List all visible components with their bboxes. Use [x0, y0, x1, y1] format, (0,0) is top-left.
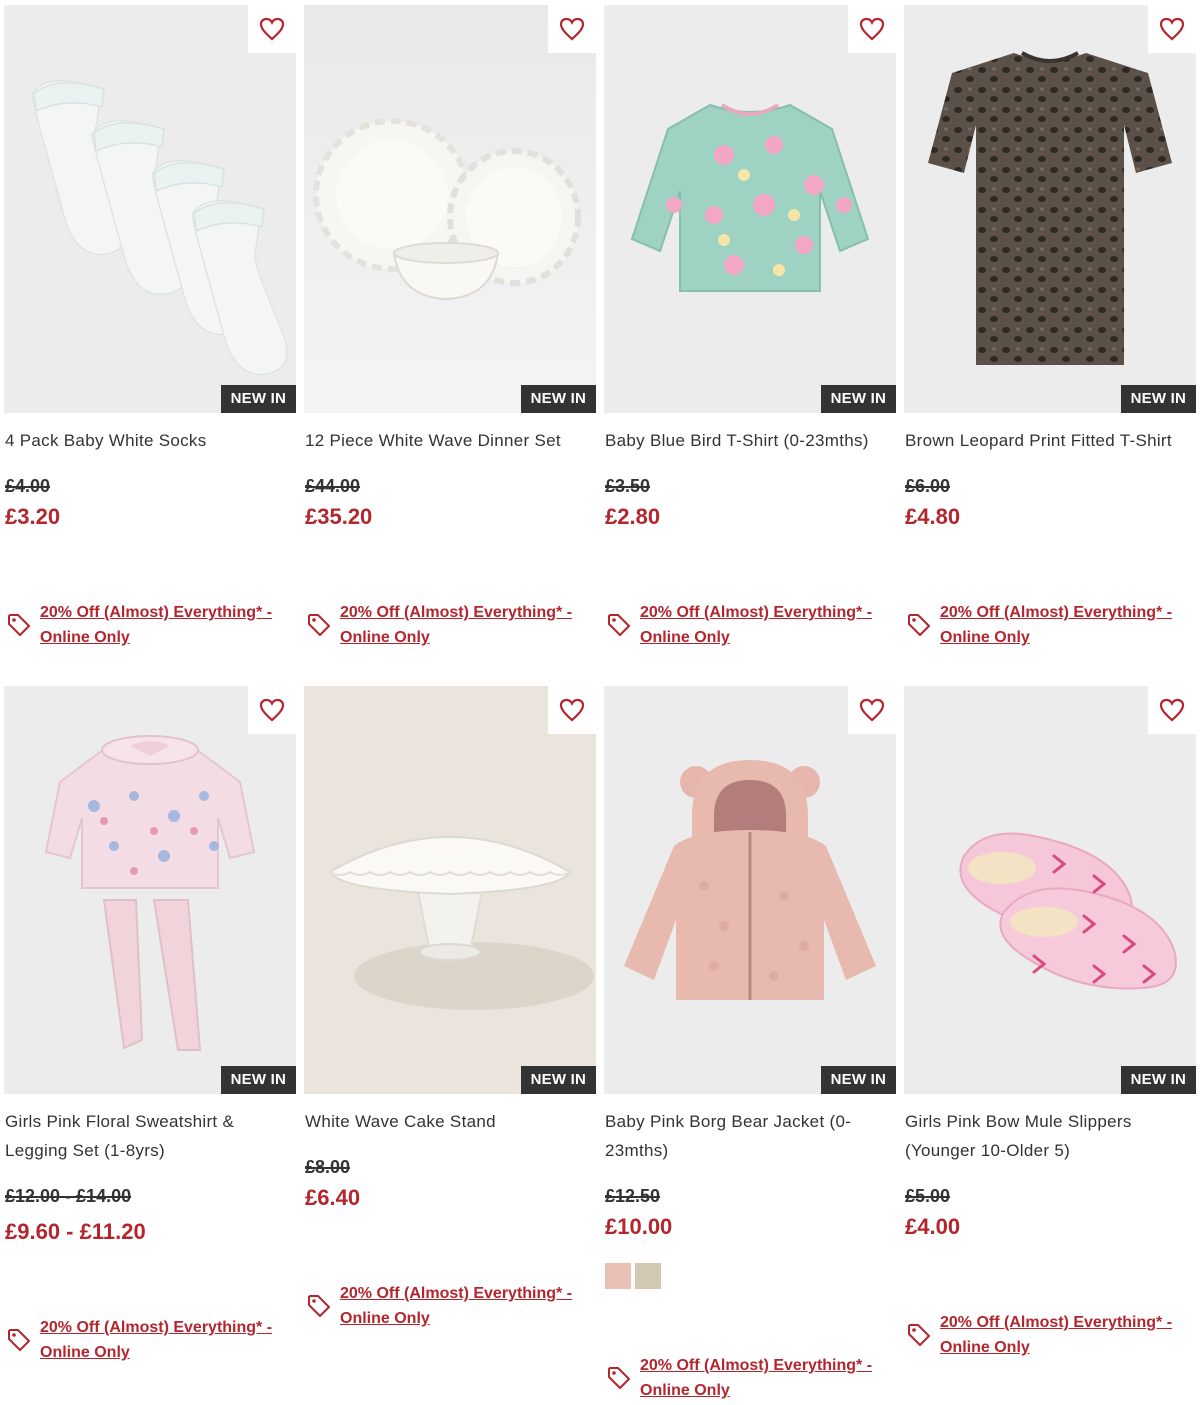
promo-link[interactable]: 20% Off (Almost) Everything* - Online Onl… — [606, 600, 896, 650]
was-price: £6.00 — [905, 476, 951, 496]
was-price: £4.00 — [5, 476, 51, 496]
sale-price: £10.00 — [605, 1214, 673, 1239]
heart-icon — [1159, 698, 1185, 722]
wishlist-button[interactable] — [1148, 5, 1196, 53]
promo-line-1[interactable]: 20% Off (Almost) Everything* - — [940, 600, 1172, 625]
was-price: £8.00 — [305, 1157, 351, 1177]
wishlist-button[interactable] — [548, 686, 596, 734]
wishlist-button[interactable] — [248, 5, 296, 53]
wishlist-button[interactable] — [248, 686, 296, 734]
new-in-badge: NEW IN — [520, 385, 596, 413]
price-tag-icon — [608, 614, 630, 636]
sale-price: £9.60 - £11.20 — [5, 1219, 146, 1244]
promo-line-1[interactable]: 20% Off (Almost) Everything* - — [940, 1310, 1172, 1335]
bear-jacket-image — [604, 686, 896, 1094]
promo-link[interactable]: 20% Off (Almost) Everything* - Online Onl… — [6, 600, 296, 650]
wishlist-button[interactable] — [1148, 686, 1196, 734]
sale-price: £35.20 — [305, 504, 373, 529]
promo-link[interactable]: 20% Off (Almost) Everything* - Online Onl… — [6, 1315, 296, 1365]
cake-stand-image — [304, 686, 596, 1094]
product-title[interactable]: Girls Pink Bow Mule Slippers (Younger 10… — [905, 1107, 1196, 1165]
product-image[interactable]: NEW IN — [304, 5, 596, 413]
promo-link[interactable]: 20% Off (Almost) Everything* - Online Onl… — [906, 600, 1196, 650]
promo-line-1[interactable]: 20% Off (Almost) Everything* - — [340, 1281, 572, 1306]
slippers-image — [904, 686, 1196, 1094]
sale-price: £4.80 — [905, 504, 961, 529]
product-image[interactable]: NEW IN — [4, 5, 296, 413]
wishlist-button[interactable] — [548, 5, 596, 53]
new-in-badge: NEW IN — [520, 1066, 596, 1094]
wishlist-button[interactable] — [848, 5, 896, 53]
promo-link[interactable]: 20% Off (Almost) Everything* - Online Onl… — [906, 1310, 1196, 1360]
product-image[interactable]: NEW IN — [4, 686, 296, 1094]
heart-icon — [1159, 17, 1185, 41]
price-tag-icon — [608, 1367, 630, 1389]
promo-line-1[interactable]: 20% Off (Almost) Everything* - — [40, 600, 272, 625]
promo-line-1[interactable]: 20% Off (Almost) Everything* - — [640, 1353, 872, 1378]
dinner-set-image — [304, 5, 596, 413]
product-title[interactable]: Baby Pink Borg Bear Jacket (0-23mths) — [605, 1107, 896, 1165]
promo-line-1[interactable]: 20% Off (Almost) Everything* - — [40, 1315, 272, 1340]
new-in-badge: NEW IN — [1120, 1066, 1196, 1094]
product-image[interactable]: NEW IN — [304, 686, 596, 1094]
was-price: £12.50 — [605, 1186, 661, 1206]
promo-line-2[interactable]: Online Only — [640, 1378, 872, 1403]
product-title[interactable]: White Wave Cake Stand — [305, 1107, 596, 1136]
promo-line-2[interactable]: Online Only — [40, 1340, 272, 1365]
heart-icon — [559, 698, 585, 722]
product-title[interactable]: 12 Piece White Wave Dinner Set — [305, 426, 596, 455]
heart-icon — [859, 698, 885, 722]
new-in-badge: NEW IN — [820, 385, 896, 413]
wishlist-button[interactable] — [848, 686, 896, 734]
product-title[interactable]: Brown Leopard Print Fitted T-Shirt — [905, 426, 1196, 455]
sale-price: £4.00 — [905, 1214, 961, 1239]
baby-tshirt-image — [604, 5, 896, 413]
was-price: £44.00 — [305, 476, 361, 496]
new-in-badge: NEW IN — [220, 1066, 296, 1094]
sale-price: £6.40 — [305, 1185, 361, 1210]
new-in-badge: NEW IN — [820, 1066, 896, 1094]
sale-price: £3.20 — [5, 504, 61, 529]
promo-line-2[interactable]: Online Only — [640, 625, 872, 650]
new-in-badge: NEW IN — [220, 385, 296, 413]
product-title[interactable]: 4 Pack Baby White Socks — [5, 426, 296, 455]
product-image[interactable]: NEW IN — [604, 686, 896, 1094]
was-price: £3.50 — [605, 476, 651, 496]
socks-image — [4, 5, 296, 413]
price-tag-icon — [308, 614, 330, 636]
price-tag-icon — [308, 1295, 330, 1317]
promo-line-2[interactable]: Online Only — [40, 625, 272, 650]
promo-line-1[interactable]: 20% Off (Almost) Everything* - — [340, 600, 572, 625]
heart-icon — [259, 17, 285, 41]
promo-link[interactable]: 20% Off (Almost) Everything* - Online Onl… — [306, 1281, 596, 1331]
colour-swatch-pink[interactable] — [605, 1263, 631, 1289]
price-tag-icon — [8, 614, 30, 636]
promo-line-2[interactable]: Online Only — [340, 1306, 572, 1331]
promo-line-2[interactable]: Online Only — [940, 1335, 1172, 1360]
product-image[interactable]: NEW IN — [604, 5, 896, 413]
promo-line-1[interactable]: 20% Off (Almost) Everything* - — [640, 600, 872, 625]
product-title[interactable]: Girls Pink Floral Sweatshirt & Legging S… — [5, 1107, 296, 1165]
was-price: £5.00 — [905, 1186, 951, 1206]
new-in-badge: NEW IN — [1120, 385, 1196, 413]
promo-line-2[interactable]: Online Only — [940, 625, 1172, 650]
product-image[interactable]: NEW IN — [904, 5, 1196, 413]
product-title[interactable]: Baby Blue Bird T-Shirt (0-23mths) — [605, 426, 896, 455]
product-image[interactable]: NEW IN — [904, 686, 1196, 1094]
promo-link[interactable]: 20% Off (Almost) Everything* - Online Onl… — [306, 600, 596, 650]
leopard-tshirt-image — [904, 5, 1196, 413]
price-tag-icon — [908, 614, 930, 636]
promo-line-2[interactable]: Online Only — [340, 625, 572, 650]
price-tag-icon — [908, 1324, 930, 1346]
sweatshirt-set-image — [4, 686, 296, 1094]
heart-icon — [259, 698, 285, 722]
heart-icon — [559, 17, 585, 41]
colour-swatch-beige[interactable] — [635, 1263, 661, 1289]
price-tag-icon — [8, 1329, 30, 1351]
promo-link[interactable]: 20% Off (Almost) Everything* - Online Onl… — [606, 1353, 896, 1403]
sale-price: £2.80 — [605, 504, 661, 529]
was-price: £12.00 - £14.00 — [5, 1186, 132, 1206]
heart-icon — [859, 17, 885, 41]
